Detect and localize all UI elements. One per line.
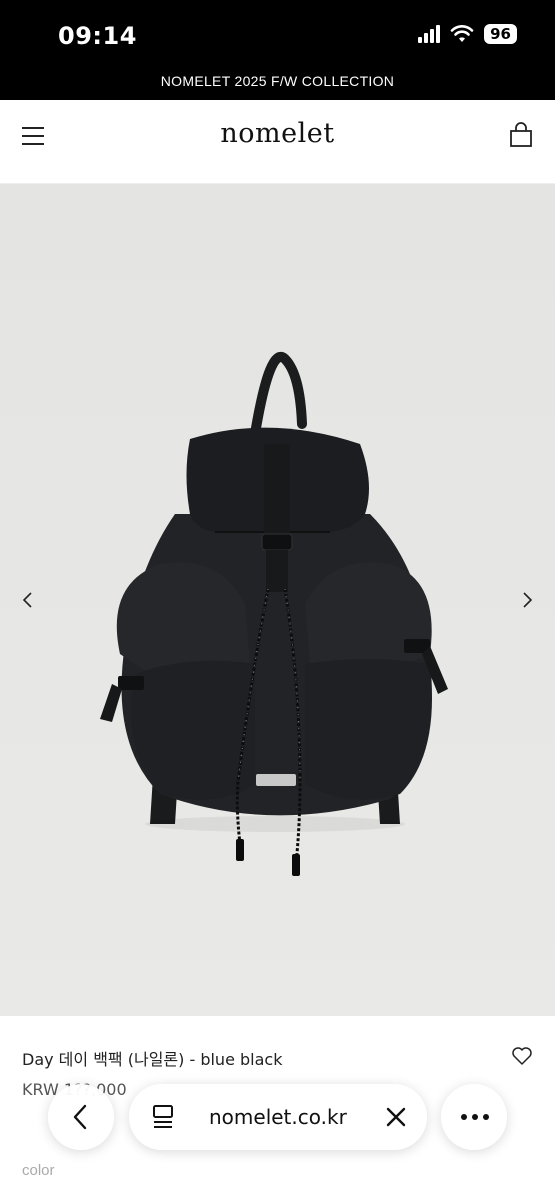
reader-icon[interactable] [151, 1104, 175, 1130]
cellular-signal-icon [418, 25, 441, 43]
browser-more-button[interactable] [441, 1084, 507, 1150]
gallery-next-button[interactable] [517, 588, 537, 612]
chevron-right-icon [523, 592, 533, 608]
site-logo[interactable]: nomelet [0, 118, 555, 149]
wishlist-button[interactable] [511, 1046, 533, 1066]
gallery-prev-button[interactable] [18, 588, 38, 612]
status-icons: 96 [418, 24, 517, 44]
product-image-gallery[interactable] [0, 184, 555, 1016]
shopping-bag-icon [510, 122, 532, 147]
status-bar: 09:14 96 [0, 0, 555, 62]
chevron-left-icon [22, 592, 32, 608]
more-icon [461, 1114, 489, 1120]
browser-back-button[interactable] [48, 1084, 114, 1150]
product-name: Day 데이 백팩 (나일론) - blue black [22, 1050, 283, 1069]
chevron-left-icon [73, 1104, 87, 1130]
url-text: nomelet.co.kr [209, 1105, 347, 1129]
product-image-backpack [0, 184, 555, 1016]
address-bar[interactable]: nomelet.co.kr [129, 1084, 427, 1150]
heart-icon [512, 1047, 532, 1065]
status-time: 09:14 [58, 22, 137, 50]
battery-indicator: 96 [484, 24, 517, 44]
announcement-bar: NOMELET 2025 F/W COLLECTION [0, 62, 555, 100]
site-header: nomelet [0, 100, 555, 184]
wifi-icon [450, 25, 474, 42]
close-icon[interactable] [385, 1106, 407, 1128]
cart-button[interactable] [509, 122, 533, 148]
color-option-label: color [22, 1162, 55, 1179]
